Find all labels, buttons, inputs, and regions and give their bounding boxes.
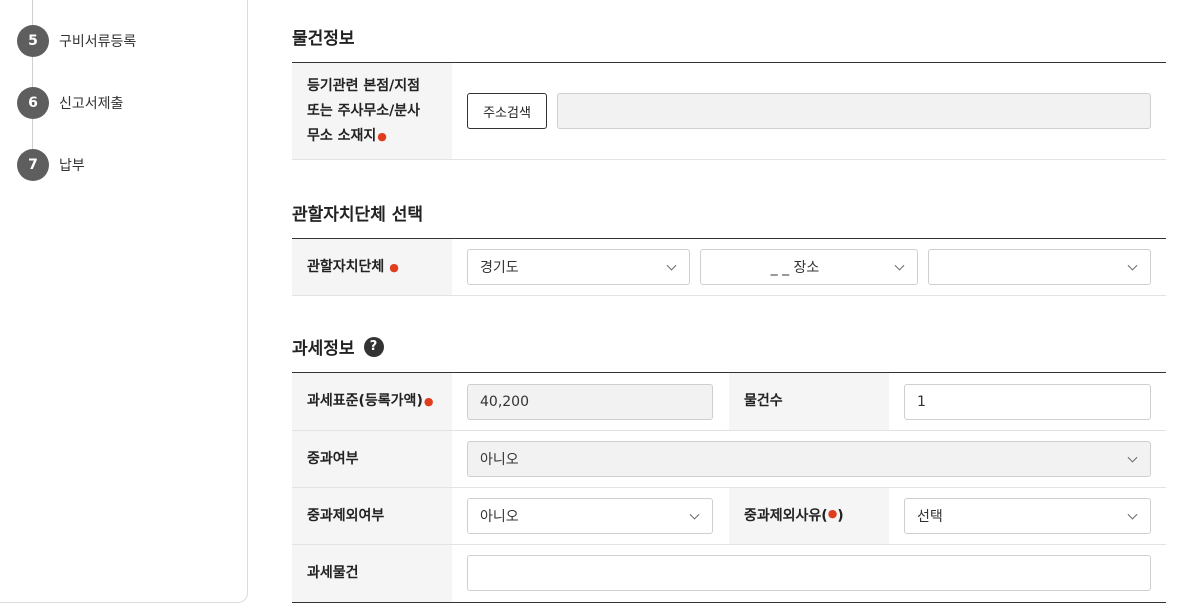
tax-base-row: 과세표준(등록가액) ● 40,200 물건수 1 bbox=[292, 373, 1166, 431]
jurisdiction-row: 관할자치단체 ● 경기도 _ _ 장소 bbox=[292, 239, 1166, 296]
address-label-line1: 등기관련 본점/지점 bbox=[307, 77, 421, 94]
required-mark: ● bbox=[423, 395, 434, 408]
jurisdiction-label: 관할자치단체 bbox=[307, 258, 385, 275]
chevron-down-icon bbox=[1127, 509, 1138, 520]
table-bottom-border bbox=[292, 602, 1166, 603]
jurisdiction-row-header: 관할자치단체 ● bbox=[292, 239, 452, 295]
tax-base-label: 과세표준(등록가액) bbox=[307, 393, 423, 409]
step-label: 납부 bbox=[59, 158, 85, 174]
chevron-down-icon bbox=[689, 509, 700, 520]
city-select-value: _ _ 장소 bbox=[770, 260, 820, 276]
item-count-field[interactable]: 1 bbox=[904, 384, 1151, 420]
exclusion-reason-select[interactable]: 선택 bbox=[904, 498, 1151, 534]
item-count-label: 물건수 bbox=[744, 393, 783, 409]
item-count-header: 물건수 bbox=[729, 373, 889, 430]
jurisdiction-section-title: 관할자치단체 선택 bbox=[292, 200, 423, 225]
exclusion-reason-label: 중과제외사유( bbox=[744, 507, 828, 524]
taxable-item-field[interactable] bbox=[467, 555, 1151, 591]
exclusion-header: 중과제외여부 bbox=[292, 488, 452, 544]
page: 5 구비서류등록 6 신고서제출 7 납부 물건정보 등기관련 본점/지점 또는… bbox=[0, 0, 1184, 610]
province-select[interactable]: 경기도 bbox=[467, 249, 690, 285]
step-number-badge: 7 bbox=[17, 149, 49, 181]
surcharge-header: 중과여부 bbox=[292, 431, 452, 487]
tax-base-header: 과세표준(등록가액) ● bbox=[292, 373, 452, 430]
taxable-item-row: 과세물건 bbox=[292, 545, 1166, 602]
step-label: 구비서류등록 bbox=[59, 34, 137, 50]
exclusion-reason-label-end: ) bbox=[837, 507, 844, 524]
taxable-item-label: 과세물건 bbox=[307, 565, 359, 581]
surcharge-label: 중과여부 bbox=[307, 450, 359, 467]
required-mark: ● bbox=[377, 129, 387, 143]
address-row: 등기관련 본점/지점 또는 주사무소/분사 무소 소재지● 주소검색 bbox=[292, 63, 1166, 160]
address-label-line3: 무소 소재지 bbox=[307, 127, 377, 144]
chevron-down-icon bbox=[1127, 260, 1138, 271]
required-mark: ● bbox=[389, 260, 399, 274]
step-label: 신고서제출 bbox=[59, 96, 124, 112]
step-number-badge: 6 bbox=[17, 87, 49, 119]
city-select[interactable]: _ _ 장소 bbox=[700, 249, 918, 285]
step-panel: 5 구비서류등록 6 신고서제출 7 납부 bbox=[0, 0, 248, 603]
step-item-6[interactable]: 6 신고서제출 bbox=[17, 87, 123, 119]
step-item-5[interactable]: 5 구비서류등록 bbox=[17, 25, 136, 57]
required-mark: ● bbox=[827, 506, 838, 520]
address-field[interactable] bbox=[557, 93, 1151, 129]
address-row-header: 등기관련 본점/지점 또는 주사무소/분사 무소 소재지● bbox=[292, 63, 452, 159]
section-title-text: 물건정보 bbox=[292, 29, 355, 49]
chevron-down-icon bbox=[1127, 452, 1138, 463]
chevron-down-icon bbox=[666, 260, 677, 271]
exclusion-select[interactable]: 아니오 bbox=[467, 498, 713, 534]
property-section-title: 물건정보 bbox=[292, 24, 355, 49]
surcharge-row: 중과여부 아니오 bbox=[292, 431, 1166, 488]
chevron-down-icon bbox=[894, 260, 905, 271]
exclusion-row: 중과제외여부 아니오 중과제외사유(●) 선택 bbox=[292, 488, 1166, 545]
province-select-value: 경기도 bbox=[480, 260, 519, 276]
section-title-text: 과세정보 bbox=[292, 339, 355, 359]
surcharge-select-value: 아니오 bbox=[480, 452, 519, 468]
district-select[interactable] bbox=[928, 249, 1151, 285]
help-icon[interactable]: ? bbox=[363, 336, 384, 357]
surcharge-select[interactable]: 아니오 bbox=[467, 441, 1151, 477]
step-item-7[interactable]: 7 납부 bbox=[17, 149, 85, 181]
tax-base-field[interactable]: 40,200 bbox=[467, 384, 713, 420]
exclusion-reason-select-value: 선택 bbox=[917, 509, 943, 525]
exclusion-label: 중과제외여부 bbox=[307, 507, 385, 524]
section-title-text: 관할자치단체 선택 bbox=[292, 205, 424, 225]
address-search-button[interactable]: 주소검색 bbox=[467, 93, 547, 129]
exclusion-reason-header: 중과제외사유(●) bbox=[729, 488, 889, 544]
step-number-badge: 5 bbox=[17, 25, 49, 57]
exclusion-select-value: 아니오 bbox=[480, 509, 519, 525]
tax-section-title: 과세정보 ? bbox=[292, 334, 384, 359]
taxable-item-header: 과세물건 bbox=[292, 545, 452, 602]
address-label-line2: 또는 주사무소/분사 bbox=[307, 102, 421, 119]
